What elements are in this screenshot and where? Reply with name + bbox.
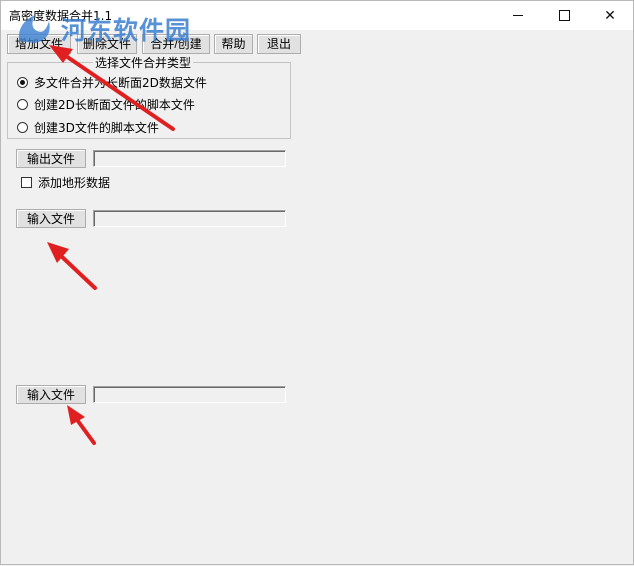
radio-label: 创建2D长断面文件的脚本文件 <box>34 97 195 112</box>
radio-merge-2d[interactable]: 多文件合并为长断面2D数据文件 <box>17 74 207 90</box>
maximize-icon <box>558 10 570 21</box>
watermark-logo-icon <box>18 15 50 43</box>
input-file-button-1[interactable]: 输入文件 <box>16 209 86 228</box>
exit-button[interactable]: 退出 <box>257 34 301 54</box>
terrain-label: 添加地形数据 <box>38 175 111 190</box>
app-window: 高密度数据合并1.1 ✕ 增加文件 删除文件 合并/创建 帮助 退出 选择文件合… <box>0 0 634 565</box>
close-icon: ✕ <box>604 7 616 24</box>
radio-unchecked-icon[interactable] <box>17 121 28 133</box>
input-file-field-2[interactable] <box>93 386 286 403</box>
minimize-icon <box>513 15 523 16</box>
output-file-field[interactable] <box>93 150 286 167</box>
input-file-button-2[interactable]: 输入文件 <box>16 385 86 404</box>
terrain-checkbox-row[interactable]: 添加地形数据 <box>21 174 110 190</box>
radio-label: 多文件合并为长断面2D数据文件 <box>34 75 207 90</box>
output-file-button[interactable]: 输出文件 <box>16 149 86 168</box>
annotation-arrow-icon <box>67 405 96 445</box>
minimize-button[interactable] <box>495 1 541 30</box>
radio-script-2d[interactable]: 创建2D长断面文件的脚本文件 <box>17 96 195 112</box>
radio-unchecked-icon[interactable] <box>17 98 28 110</box>
maximize-button[interactable] <box>541 1 587 30</box>
input-file-field-1[interactable] <box>93 210 286 227</box>
terrain-checkbox[interactable] <box>21 176 32 188</box>
radio-script-3d[interactable]: 创建3D文件的脚本文件 <box>17 119 159 135</box>
watermark-text: 河东软件园 <box>61 16 192 45</box>
help-button[interactable]: 帮助 <box>214 34 253 54</box>
close-button[interactable]: ✕ <box>587 1 633 30</box>
annotation-arrow-icon <box>47 242 97 290</box>
merge-type-legend: 选择文件合并类型 <box>93 54 194 71</box>
radio-checked-icon[interactable] <box>17 76 28 88</box>
radio-label: 创建3D文件的脚本文件 <box>34 120 159 135</box>
